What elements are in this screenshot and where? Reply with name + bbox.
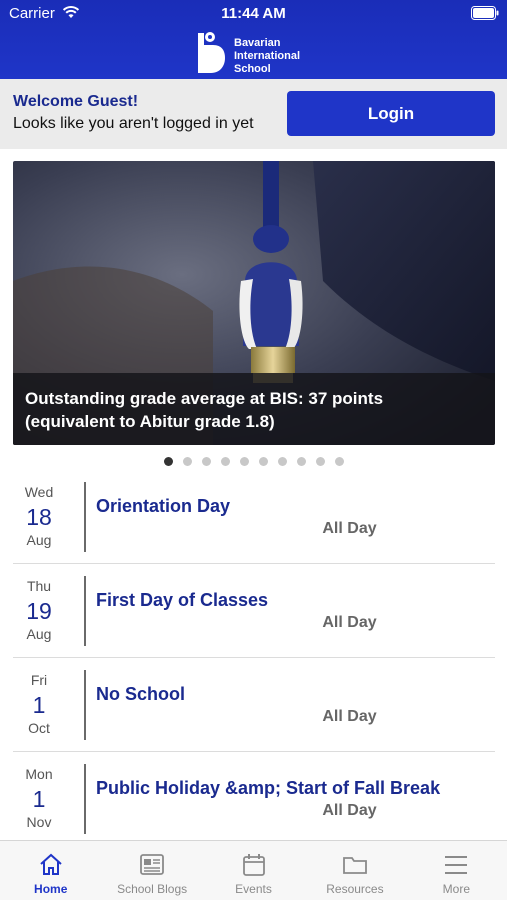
carousel-pagination[interactable] bbox=[0, 457, 507, 469]
folder-icon bbox=[343, 857, 367, 874]
news-carousel[interactable]: Outstanding grade average at BIS: 37 poi… bbox=[13, 161, 495, 445]
event-time: All Day bbox=[322, 520, 377, 537]
event-title: No School bbox=[96, 684, 185, 704]
welcome-subtitle: Looks like you aren't logged in yet bbox=[13, 115, 254, 132]
tab-label: Resources bbox=[326, 882, 384, 896]
event-month: Aug bbox=[26, 626, 52, 642]
event-month: Nov bbox=[26, 814, 52, 830]
tab-resources[interactable]: Resources bbox=[304, 841, 405, 900]
event-divider bbox=[84, 764, 86, 834]
tab-label: More bbox=[442, 882, 470, 896]
login-button[interactable]: Login bbox=[287, 91, 495, 136]
tab-more[interactable]: More bbox=[406, 841, 507, 900]
brand-line: Bavarian bbox=[234, 37, 281, 49]
brand-line: International bbox=[234, 50, 301, 62]
event-weekday: Fri bbox=[30, 672, 48, 688]
welcome-banner: Welcome Guest! Looks like you aren't log… bbox=[0, 79, 507, 149]
caption-line: Outstanding grade average at BIS: 37 poi… bbox=[25, 389, 384, 408]
carousel-dot[interactable] bbox=[239, 457, 249, 466]
carousel-dot[interactable] bbox=[277, 457, 287, 466]
event-time: All Day bbox=[322, 708, 377, 725]
brand-line: School bbox=[234, 63, 271, 75]
school-logo: Bavarian International School bbox=[196, 29, 326, 77]
event-weekday: Thu bbox=[26, 578, 52, 594]
event-title: First Day of Classes bbox=[96, 590, 269, 610]
event-divider bbox=[84, 482, 86, 552]
carousel-dot[interactable] bbox=[334, 457, 344, 466]
welcome-title: Welcome Guest! bbox=[13, 93, 139, 110]
bis-logo-icon bbox=[198, 32, 225, 73]
event-day: 19 bbox=[26, 598, 52, 624]
event-time: All Day bbox=[322, 802, 377, 819]
carousel-caption: Outstanding grade average at BIS: 37 poi… bbox=[13, 373, 495, 445]
tab-label: School Blogs bbox=[117, 882, 188, 896]
tab-home[interactable]: Home bbox=[0, 841, 101, 900]
newspaper-icon bbox=[140, 854, 165, 875]
tab-school-blogs[interactable]: School Blogs bbox=[101, 841, 202, 900]
home-icon bbox=[40, 853, 62, 875]
event-month: Aug bbox=[26, 532, 52, 548]
event-divider bbox=[84, 576, 86, 646]
event-row[interactable]: Wed 18 Aug Orientation Day All Day bbox=[13, 470, 495, 564]
event-divider bbox=[84, 670, 86, 740]
event-weekday: Mon bbox=[25, 766, 53, 782]
event-row[interactable]: Thu 19 Aug First Day of Classes All Day bbox=[13, 564, 495, 658]
tab-label: Events bbox=[235, 882, 272, 896]
app-header: Carrier 11:44 AM Bavarian International … bbox=[0, 0, 507, 79]
carousel-dot[interactable] bbox=[258, 457, 268, 466]
menu-icon bbox=[445, 856, 468, 874]
carousel-dot[interactable] bbox=[201, 457, 211, 466]
battery-icon bbox=[471, 6, 499, 20]
tab-label: Home bbox=[34, 882, 68, 896]
carousel-dot[interactable] bbox=[315, 457, 325, 466]
calendar-icon bbox=[242, 854, 265, 876]
event-title: Public Holiday &amp; Start of Fall Break bbox=[96, 778, 441, 798]
event-row[interactable]: Mon 1 Nov Public Holiday &amp; Start of Fal… bbox=[13, 752, 495, 846]
event-time: All Day bbox=[322, 614, 377, 631]
carousel-dot[interactable] bbox=[182, 457, 192, 466]
carousel-dot[interactable] bbox=[220, 457, 230, 466]
events-list: Wed 18 Aug Orientation Day All Day Thu 19 Aug Fi… bbox=[13, 470, 495, 846]
event-day: 1 bbox=[32, 786, 46, 812]
event-month: Oct bbox=[28, 720, 50, 736]
status-bar: Carrier 11:44 AM bbox=[0, 0, 507, 28]
carousel-dot[interactable] bbox=[163, 457, 173, 466]
event-day: 18 bbox=[26, 504, 52, 530]
event-title: Orientation Day bbox=[96, 496, 231, 516]
status-time: 11:44 AM bbox=[221, 5, 286, 22]
event-weekday: Wed bbox=[24, 484, 54, 500]
tab-bar: Home School Blogs Events Resources More bbox=[0, 840, 507, 900]
tab-events[interactable]: Events bbox=[203, 841, 304, 900]
event-day: 1 bbox=[32, 692, 46, 718]
brand-name: Bavarian International School bbox=[234, 37, 300, 76]
event-row[interactable]: Fri 1 Oct No School All Day bbox=[13, 658, 495, 752]
caption-line: (equivalent to Abitur grade 1.8) bbox=[25, 412, 275, 431]
carousel-dot[interactable] bbox=[296, 457, 306, 466]
